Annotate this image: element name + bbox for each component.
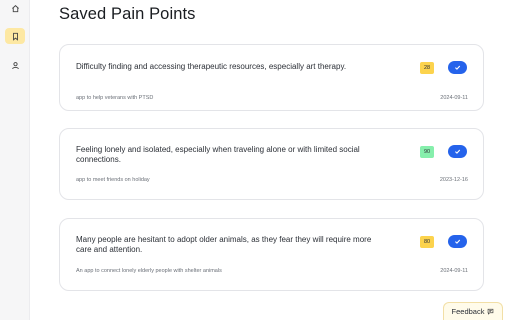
saved-check-button[interactable] — [448, 145, 467, 158]
page-title: Saved Pain Points — [59, 5, 196, 23]
nav-profile[interactable] — [5, 57, 25, 73]
pain-point-text: Many people are hesitant to adopt older … — [76, 235, 372, 254]
pain-point-date: 2024-09-11 — [440, 268, 468, 274]
nav-saved[interactable] — [5, 28, 25, 44]
pain-point-source: app to help veterans with PTSD — [76, 95, 154, 101]
score-badge: 28 — [420, 62, 434, 74]
feedback-label: Feedback — [451, 307, 485, 316]
saved-check-button[interactable] — [448, 235, 467, 248]
pain-point-date: 2023-12-16 — [439, 177, 468, 183]
pain-point-source: An app to connect lonely elderly people … — [76, 268, 222, 274]
bookmark-icon — [12, 32, 18, 41]
pain-point-card[interactable]: Difficulty finding and accessing therape… — [59, 44, 484, 111]
message-icon — [488, 308, 494, 315]
user-icon — [11, 61, 19, 69]
feedback-button[interactable]: Feedback — [443, 302, 503, 320]
pain-point-card[interactable]: Many people are hesitant to adopt older … — [59, 218, 484, 291]
score-badge: 80 — [420, 236, 434, 248]
saved-check-button[interactable] — [448, 61, 467, 74]
pain-point-date: 2024-09-11 — [440, 95, 468, 101]
pain-point-card[interactable]: Feeling lonely and isolated, especially … — [59, 128, 484, 200]
check-icon — [455, 149, 461, 154]
nav-home[interactable] — [5, 0, 25, 16]
check-icon — [455, 65, 461, 70]
sidebar — [0, 0, 30, 320]
home-icon — [11, 4, 19, 12]
pain-point-source: app to meet friends on holiday — [76, 177, 150, 183]
pain-point-text: Difficulty finding and accessing therape… — [76, 62, 347, 71]
main-content: Saved Pain Points Difficulty finding and… — [30, 0, 512, 320]
score-badge: 90 — [420, 146, 434, 158]
check-icon — [455, 239, 461, 244]
pain-point-text: Feeling lonely and isolated, especially … — [76, 145, 360, 164]
